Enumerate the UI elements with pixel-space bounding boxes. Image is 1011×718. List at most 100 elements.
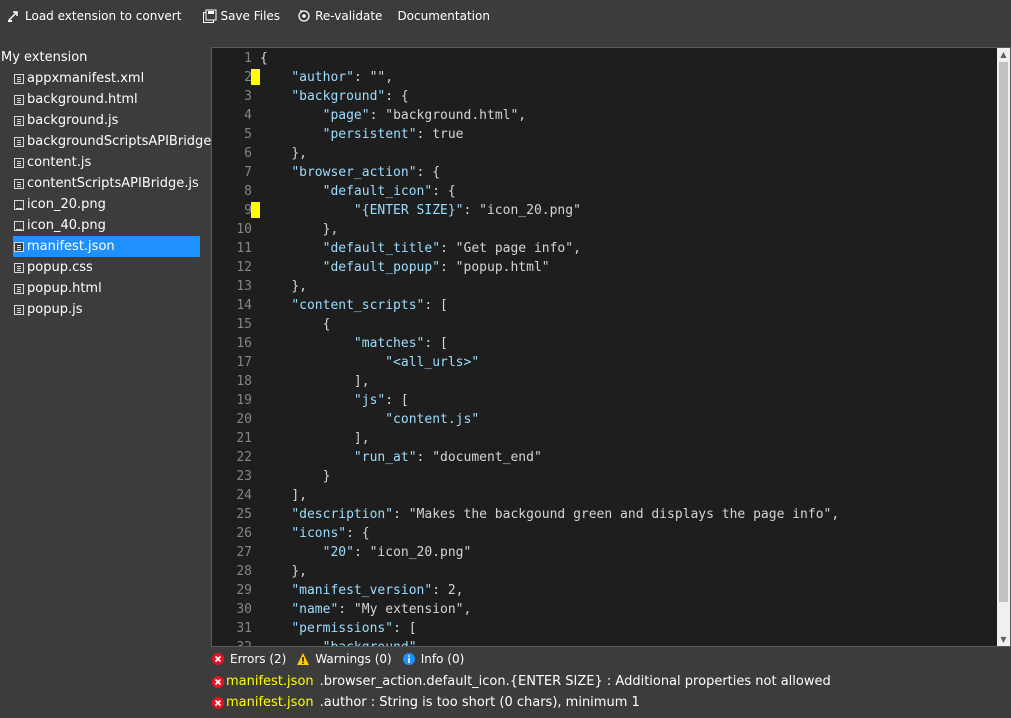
json-key: "<all_urls>" — [385, 355, 480, 370]
warnings-tab-label: Warnings (0) — [315, 652, 392, 666]
json-key: "name" — [291, 602, 339, 617]
json-key: "page" — [322, 108, 370, 123]
json-key: "20" — [322, 545, 354, 560]
load-extension-button[interactable]: Load extension to convert — [0, 5, 187, 27]
file-tree-item[interactable]: popup.css — [13, 257, 200, 278]
code-area[interactable]: { "author": "", "background": { "page": … — [260, 48, 1000, 646]
scrollbar-thumb[interactable] — [999, 62, 1008, 602]
json-value: : "background.html", — [369, 108, 527, 123]
problem-item[interactable]: manifest.json .author : String is too sho… — [211, 692, 1011, 713]
file-tree-item[interactable]: contentScriptsAPIBridge.js — [13, 173, 200, 194]
tree-root-my-extension[interactable]: My extension — [0, 47, 205, 68]
file-tree: My extension appxmanifest.xml background.… — [0, 47, 226, 337]
scroll-up-arrow-icon[interactable]: ▲ — [997, 48, 1010, 61]
line-number: 31 — [236, 621, 252, 636]
save-files-button[interactable]: Save Files — [195, 5, 286, 27]
line-number: 24 — [236, 488, 252, 503]
info-tab[interactable]: Info (0) — [402, 652, 464, 666]
error-icon — [211, 675, 225, 689]
line-number: 3 — [244, 89, 252, 104]
revalidate-button[interactable]: Re-validate — [290, 5, 388, 27]
code-line: "default_icon": { — [260, 182, 456, 201]
file-tree-item[interactable]: backgroundScriptsAPIBridge.js — [13, 131, 226, 152]
save-icon — [201, 8, 217, 24]
code-line: "content.js" — [260, 410, 479, 429]
file-tree-item[interactable]: popup.js — [13, 299, 200, 320]
json-value: : "Get page info", — [440, 241, 581, 256]
problem-message: .author : String is too short (0 chars),… — [319, 695, 640, 710]
json-key: "default_popup" — [322, 260, 441, 275]
save-files-label: Save Files — [220, 9, 281, 23]
file-code-icon — [14, 284, 24, 294]
problem-file-link[interactable]: manifest.json — [226, 674, 314, 689]
line-number: 15 — [236, 317, 252, 332]
json-value: : { — [346, 526, 370, 541]
file-tree-item[interactable]: background.js — [13, 110, 200, 131]
file-tree-item[interactable]: manifest.json — [13, 236, 200, 257]
file-code-icon — [14, 305, 24, 315]
json-value: : { — [385, 89, 409, 104]
json-key: "run_at" — [353, 450, 417, 465]
file-tree-item[interactable]: icon_20.png — [13, 194, 200, 215]
problem-file-link[interactable]: manifest.json — [226, 695, 314, 710]
json-key: "manifest_version" — [291, 583, 433, 598]
code-editor[interactable]: 1 2 3 4 5 6 7 8 9 10 11 12 13 14 15 16 17 18 19 20 21 22 23 24 2… — [211, 47, 1011, 647]
line-number-gutter: 1 2 3 4 5 6 7 8 9 10 11 12 13 14 15 16 17 18 19 20 21 22 23 24 2… — [212, 48, 260, 646]
json-key: "background" — [291, 89, 386, 104]
json-value: { — [322, 317, 331, 332]
error-line-marker[interactable] — [251, 69, 260, 85]
json-value: }, — [291, 564, 307, 579]
json-key: "default_icon" — [322, 184, 433, 199]
code-line: }, — [260, 277, 307, 296]
scroll-down-arrow-icon[interactable]: ▼ — [997, 633, 1010, 646]
json-value: ], — [353, 374, 370, 389]
file-tree-item-label: backgroundScriptsAPIBridge.js — [27, 134, 226, 149]
file-tree-item[interactable]: content.js — [13, 152, 200, 173]
file-tree-item[interactable]: icon_40.png — [13, 215, 200, 236]
errors-tab[interactable]: Errors (2) — [211, 652, 286, 666]
json-value: : [ — [393, 621, 417, 636]
json-value: : "Makes the backgound green and display… — [393, 507, 840, 522]
file-code-icon — [14, 263, 24, 273]
line-number: 11 — [236, 241, 252, 256]
code-line: "permissions": [ — [260, 619, 417, 638]
line-number: 21 — [236, 431, 252, 446]
file-tree-item[interactable]: popup.html — [13, 278, 200, 299]
warnings-tab[interactable]: Warnings (0) — [296, 652, 392, 666]
file-tree-item-label: icon_20.png — [27, 197, 106, 212]
line-number: 16 — [236, 336, 252, 351]
line-number: 6 — [244, 146, 252, 161]
line-number: 19 — [236, 393, 252, 408]
file-tree-item-label: content.js — [27, 155, 92, 170]
file-tree-item[interactable]: background.html — [13, 89, 200, 110]
file-image-icon — [14, 221, 24, 231]
documentation-link[interactable]: Documentation — [391, 5, 496, 27]
file-image-icon — [14, 200, 24, 210]
code-line: "default_title": "Get page info", — [260, 239, 581, 258]
json-value: : [ — [385, 393, 409, 408]
file-tree-item[interactable]: appxmanifest.xml — [13, 68, 200, 89]
file-code-icon — [14, 158, 24, 168]
error-line-marker[interactable] — [251, 202, 260, 218]
line-number: 1 — [244, 51, 252, 66]
json-value: ], — [353, 431, 370, 446]
json-key: "default_title" — [322, 241, 441, 256]
line-number: 17 — [236, 355, 252, 370]
problem-item[interactable]: manifest.json .browser_action.default_ico… — [211, 671, 1011, 692]
error-icon — [211, 652, 225, 666]
json-key: "content.js" — [385, 412, 480, 427]
code-line: "default_popup": "popup.html" — [260, 258, 550, 277]
json-value: ], — [291, 488, 307, 503]
vertical-scrollbar[interactable]: ▲ ▼ — [997, 48, 1010, 646]
json-key: "{ENTER SIZE}" — [353, 203, 464, 218]
code-line: "name": "My extension", — [260, 600, 471, 619]
